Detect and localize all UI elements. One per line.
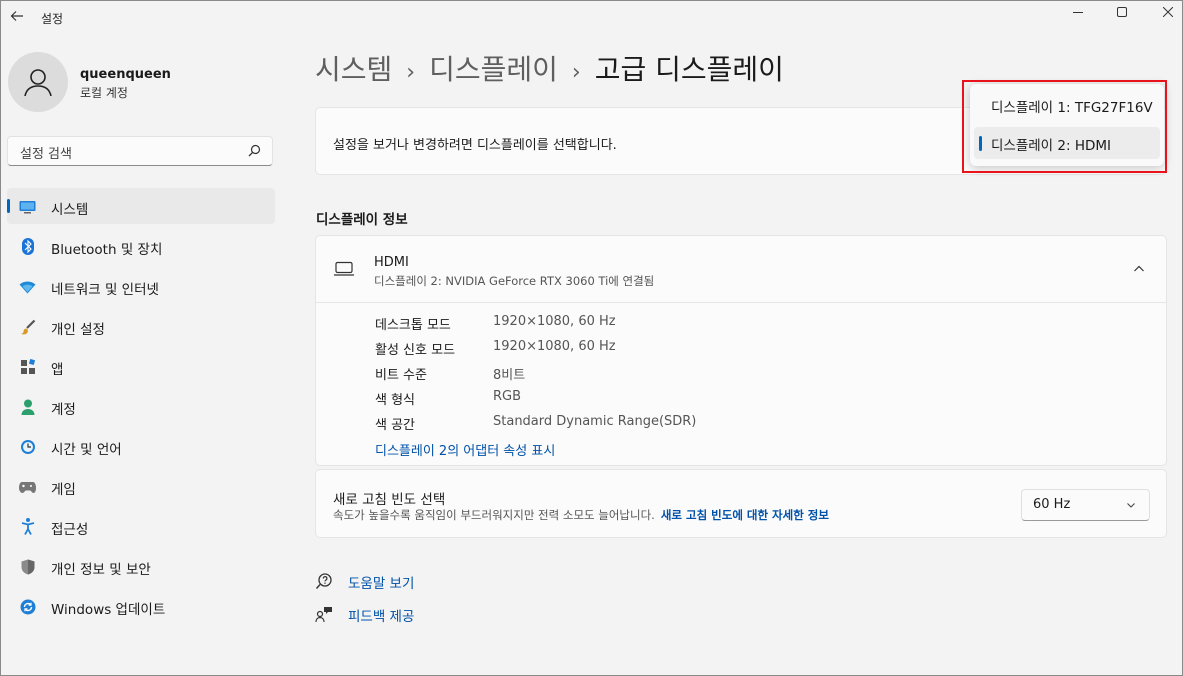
refresh-rate-info-link[interactable]: 새로 고침 빈도에 대한 자세한 정보: [661, 508, 829, 522]
breadcrumb: 시스템 › 디스플레이 › 고급 디스플레이: [315, 48, 784, 88]
title-bar: 설정: [0, 0, 1183, 36]
help-icon: [315, 573, 332, 589]
info-row-value: RGB: [493, 389, 522, 404]
maximize-icon: [1117, 7, 1127, 17]
adapter-properties-link[interactable]: 디스플레이 2의 어댑터 속성 표시: [375, 440, 555, 459]
sidebar-item-label: Windows 업데이트: [51, 602, 166, 618]
display-info-header[interactable]: HDMI 디스플레이 2: NVIDIA GeForce RTX 3060 Ti…: [316, 236, 1166, 303]
sidebar-item-personalization[interactable]: 개인 설정: [7, 308, 275, 344]
gamepad-icon: [19, 478, 36, 495]
info-row-label: 색 형식: [375, 393, 416, 408]
sidebar-item-label: Bluetooth 및 장치: [51, 242, 163, 258]
sidebar-item-time-language[interactable]: 시간 및 언어: [7, 428, 275, 464]
search-input[interactable]: 설정 검색: [7, 136, 273, 166]
active-indicator: [7, 199, 10, 213]
info-row-label: 활성 신호 모드: [375, 343, 456, 358]
refresh-rate-description: 속도가 높을수록 움직임이 부드러워지지만 전력 소모도 늘어납니다.: [333, 508, 655, 522]
sidebar-item-label: 개인 정보 및 보안: [51, 562, 151, 578]
sidebar-item-gaming[interactable]: 게임: [7, 468, 275, 504]
info-row-value: 1920×1080, 60 Hz: [493, 314, 616, 329]
shield-icon: [19, 558, 36, 575]
chevron-right-icon: ›: [571, 60, 581, 85]
wifi-icon: [19, 278, 36, 295]
chevron-down-icon: [1127, 503, 1135, 508]
close-button[interactable]: [1145, 0, 1183, 24]
arrow-left-icon[interactable]: [8, 8, 26, 26]
breadcrumb-system[interactable]: 시스템: [315, 53, 392, 86]
refresh-rate-title: 새로 고침 빈도 선택: [333, 492, 446, 508]
accessibility-icon: [19, 518, 36, 535]
display-info-card: HDMI 디스플레이 2: NVIDIA GeForce RTX 3060 Ti…: [315, 235, 1167, 466]
close-icon: [1163, 7, 1173, 17]
sidebar-item-label: 시스템: [51, 202, 89, 218]
display-subtitle: 디스플레이 2: NVIDIA GeForce RTX 3060 Ti에 연결됨: [374, 274, 655, 288]
bluetooth-icon: [19, 238, 36, 255]
sidebar-nav: 시스템 Bluetooth 및 장치 네트워크 및 인터넷 개인 설정 앱 계정: [7, 188, 275, 628]
display-name: HDMI: [374, 255, 409, 270]
clock-globe-icon: [19, 438, 36, 455]
brush-icon: [19, 318, 36, 335]
sidebar-item-system[interactable]: 시스템: [7, 188, 275, 224]
app-title: 설정: [41, 12, 64, 26]
refresh-rate-value: 60 Hz: [1033, 497, 1071, 512]
sidebar-item-apps[interactable]: 앱: [7, 348, 275, 384]
info-row-label: 비트 수준: [375, 368, 427, 383]
info-row-value: 8비트: [493, 368, 526, 383]
refresh-rate-card: 새로 고침 빈도 선택 속도가 높을수록 움직임이 부드러워지지만 전력 소모도…: [315, 469, 1167, 538]
give-feedback-label: 피드백 제공: [348, 609, 415, 625]
maximize-button[interactable]: [1099, 0, 1145, 24]
sidebar-item-accounts[interactable]: 계정: [7, 388, 275, 424]
highlight-box: [962, 80, 1167, 173]
user-name: queenqueen: [80, 67, 171, 82]
sidebar-item-label: 네트워크 및 인터넷: [51, 282, 159, 298]
info-row-label: 데스크톱 모드: [375, 318, 451, 333]
section-title: 디스플레이 정보: [316, 212, 408, 228]
sidebar-item-label: 게임: [51, 482, 76, 498]
minimize-button[interactable]: [1055, 0, 1101, 24]
info-row-value: 1920×1080, 60 Hz: [493, 339, 616, 354]
chevron-right-icon: ›: [406, 60, 416, 85]
sidebar-item-label: 시간 및 언어: [51, 442, 122, 458]
sidebar-item-network[interactable]: 네트워크 및 인터넷: [7, 268, 275, 304]
person-icon: [19, 398, 36, 415]
laptop-icon: [334, 261, 354, 276]
page-title: 고급 디스플레이: [594, 53, 784, 86]
sidebar-item-windows-update[interactable]: Windows 업데이트: [7, 588, 275, 624]
sidebar-item-accessibility[interactable]: 접근성: [7, 508, 275, 544]
user-account-type: 로컬 계정: [80, 86, 128, 100]
info-row-label: 색 공간: [375, 418, 416, 433]
sidebar-item-label: 계정: [51, 402, 76, 418]
sidebar-item-bluetooth[interactable]: Bluetooth 및 장치: [7, 228, 275, 264]
refresh-rate-dropdown[interactable]: 60 Hz: [1021, 489, 1150, 521]
breadcrumb-display[interactable]: 디스플레이: [429, 53, 558, 86]
sidebar-item-label: 앱: [51, 362, 64, 378]
refresh-rate-subtitle: 속도가 높을수록 움직임이 부드러워지지만 전력 소모도 늘어납니다. 새로 고침…: [333, 507, 829, 523]
select-display-text: 설정을 보거나 변경하려면 디스플레이를 선택합니다.: [333, 138, 617, 153]
info-row-value: Standard Dynamic Range(SDR): [493, 414, 697, 429]
chevron-up-icon[interactable]: [1132, 262, 1146, 276]
person-icon: [24, 69, 52, 97]
sidebar-item-privacy[interactable]: 개인 정보 및 보안: [7, 548, 275, 584]
apps-icon: [19, 358, 36, 375]
feedback-icon: [315, 607, 332, 623]
avatar[interactable]: [8, 52, 68, 112]
update-icon: [19, 598, 36, 615]
minimize-icon: [1073, 12, 1083, 13]
monitor-icon: [19, 198, 36, 215]
get-help-label: 도움말 보기: [348, 576, 415, 592]
search-icon[interactable]: [246, 143, 262, 159]
sidebar-item-label: 접근성: [51, 522, 89, 538]
search-placeholder: 설정 검색: [20, 147, 72, 162]
sidebar-item-label: 개인 설정: [51, 322, 105, 338]
